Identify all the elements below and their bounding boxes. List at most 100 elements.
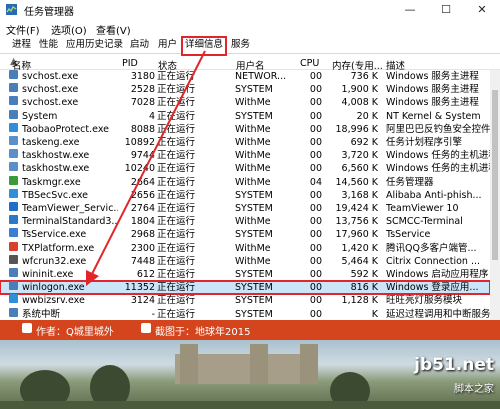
table-row[interactable]: wininit.exe 612 正在运行 SYSTEM 00 592 K Windows 启… bbox=[0, 268, 490, 281]
table-row[interactable]: TeamViewer_Servic... 2764 正在运行 SYSTEM 00 19,4… bbox=[0, 202, 490, 215]
cell-name: TaobaoProtect.exe bbox=[22, 123, 109, 135]
cell-pid: 3180 bbox=[130, 71, 155, 82]
cell-desc: 阿里巴巴反钓鱼安全控件 bbox=[386, 123, 490, 135]
process-icon bbox=[9, 307, 18, 317]
process-icon bbox=[9, 228, 18, 238]
cell-user: SYSTEM bbox=[235, 110, 273, 122]
cell-desc: Citrix Connection ... bbox=[386, 255, 481, 267]
cell-mem: 5,464 K bbox=[341, 255, 378, 267]
table-row[interactable]: TXPlatform.exe 2300 正在运行 WithMe 00 1,420 K 腾讯Q… bbox=[0, 241, 490, 255]
menu-options[interactable]: 选项(O) bbox=[51, 22, 87, 37]
table-row[interactable]: wwbizsrv.exe 3124 正在运行 SYSTEM 00 1,128 K 旺旺亮灯服… bbox=[0, 294, 490, 307]
cell-pid: 11352 bbox=[124, 282, 155, 294]
cell-pid: 10240 bbox=[124, 163, 155, 175]
minimize-button[interactable]: — bbox=[392, 0, 428, 20]
column-header: ▲ 名称 PID 状态 用户名 CPU 内存(专用... 描述 bbox=[0, 55, 500, 72]
cell-desc: 腾讯QQ多客户端管... bbox=[386, 242, 477, 254]
maximize-button[interactable]: ☐ bbox=[428, 0, 464, 20]
cell-desc: Windows 登录应用... bbox=[386, 282, 479, 294]
tab-startup[interactable]: 启动 bbox=[128, 38, 151, 52]
table-row[interactable]: 系统中断 - 正在运行 SYSTEM 00 K 延迟过程调用和中断服务 bbox=[0, 307, 490, 320]
cell-user: WithMe bbox=[235, 216, 271, 228]
cell-status: 正在运行 bbox=[157, 308, 196, 320]
table-row[interactable]: taskhostw.exe 10240 正在运行 WithMe 00 6,560 K Win… bbox=[0, 162, 490, 175]
menu-view[interactable]: 查看(V) bbox=[96, 22, 131, 37]
table-row[interactable]: TerminalStandard3... 1804 正在运行 WithMe 00 13,7… bbox=[0, 215, 490, 228]
tab-processes[interactable]: 进程 bbox=[10, 38, 33, 52]
cell-user: WithMe bbox=[235, 97, 271, 109]
cell-cpu: 00 bbox=[309, 282, 322, 294]
tab-users[interactable]: 用户 bbox=[156, 38, 179, 52]
cell-status: 正在运行 bbox=[157, 203, 196, 214]
cell-mem: 17,960 K bbox=[335, 229, 379, 241]
table-row-selected[interactable]: winlogon.exe 11352 正在运行 SYSTEM 00 816 K Window… bbox=[0, 280, 491, 296]
table-row[interactable]: TaobaoProtect.exe 8088 正在运行 WithMe 00 18,996 … bbox=[0, 122, 490, 136]
cell-pid: 9744 bbox=[130, 150, 155, 162]
cell-cpu: 00 bbox=[309, 189, 322, 201]
cell-cpu: 00 bbox=[309, 163, 322, 175]
cell-cpu: 00 bbox=[309, 269, 322, 280]
table-row[interactable]: TBSecSvc.exe 2656 正在运行 SYSTEM 00 3,168 K Aliba… bbox=[0, 188, 490, 202]
cell-status: 正在运行 bbox=[157, 255, 196, 267]
cell-cpu: 00 bbox=[309, 71, 322, 82]
cell-mem: 816 K bbox=[350, 282, 378, 294]
process-icon bbox=[9, 202, 18, 211]
cell-name: TerminalStandard3... bbox=[22, 216, 118, 228]
cell-desc: NT Kernel & System bbox=[386, 110, 481, 122]
cell-status: 正在运行 bbox=[157, 269, 196, 280]
cell-cpu: 00 bbox=[309, 123, 322, 135]
column-cpu[interactable]: CPU bbox=[300, 58, 319, 69]
cell-mem: 692 K bbox=[350, 137, 378, 148]
menu-file[interactable]: 文件(F) bbox=[6, 22, 40, 37]
cell-name: System bbox=[22, 110, 58, 122]
scrollbar-thumb[interactable] bbox=[492, 90, 498, 260]
table-row[interactable]: TsService.exe 2968 正在运行 SYSTEM 00 17,960 K TsS… bbox=[0, 228, 490, 241]
tab-app-history[interactable]: 应用历史记录 bbox=[64, 38, 125, 52]
process-icon bbox=[9, 136, 18, 145]
tower-shape bbox=[250, 344, 268, 384]
cell-status: 正在运行 bbox=[157, 110, 196, 122]
cell-mem: K bbox=[371, 308, 378, 320]
cell-name: TXPlatform.exe bbox=[22, 242, 95, 254]
tab-services[interactable]: 服务 bbox=[229, 38, 252, 52]
cell-user: SYSTEM bbox=[235, 84, 273, 96]
landscape-photo: jb51.net 脚本之家 bbox=[0, 340, 500, 409]
cell-desc: 任务管理器 bbox=[386, 176, 434, 188]
close-button[interactable]: ✕ bbox=[464, 0, 500, 20]
tab-details[interactable]: 详细信息 bbox=[180, 36, 228, 56]
table-row[interactable]: svchost.exe 3180 正在运行 NETWOR... 00 736 K Windo… bbox=[0, 70, 490, 83]
cell-cpu: 00 bbox=[309, 255, 322, 267]
table-row[interactable]: System 4 正在运行 SYSTEM 00 20 K NT Kernel & Syste… bbox=[0, 109, 490, 123]
table-row[interactable]: Taskmgr.exe 2664 正在运行 WithMe 04 14,560 K 任务管理器 bbox=[0, 175, 490, 189]
cell-cpu: 00 bbox=[309, 84, 322, 96]
cell-desc: TeamViewer 10 bbox=[386, 203, 459, 214]
process-icon bbox=[9, 215, 18, 225]
table-row[interactable]: svchost.exe 7028 正在运行 WithMe 00 4,008 K Window… bbox=[0, 96, 490, 109]
vertical-scrollbar[interactable] bbox=[490, 70, 500, 320]
cell-pid: 4 bbox=[148, 110, 155, 122]
cell-user: WithMe bbox=[235, 163, 271, 175]
table-row[interactable]: svchost.exe 2528 正在运行 SYSTEM 00 1,900 K Window… bbox=[0, 83, 490, 96]
cell-mem: 3,720 K bbox=[341, 150, 378, 162]
table-row[interactable]: taskhostw.exe 9744 正在运行 WithMe 00 3,720 K Wind… bbox=[0, 149, 490, 162]
author-label: 作者：Q城里城外 bbox=[36, 327, 114, 338]
watermark-site: jb51.net bbox=[414, 355, 494, 375]
person-icon bbox=[22, 323, 32, 333]
tab-performance[interactable]: 性能 bbox=[37, 38, 60, 52]
cell-desc: Windows 服务主进程 bbox=[386, 71, 479, 82]
table-row[interactable]: taskeng.exe 10892 正在运行 WithMe 00 692 K 任务计划程序引… bbox=[0, 136, 490, 149]
column-pid[interactable]: PID bbox=[122, 58, 138, 69]
process-icon bbox=[9, 281, 18, 291]
tower-shape bbox=[180, 344, 198, 384]
cell-name: TeamViewer_Servic... bbox=[22, 203, 118, 214]
table-row[interactable]: wfcrun32.exe 7448 正在运行 WithMe 00 5,464 K Citri… bbox=[0, 254, 490, 268]
cell-cpu: 00 bbox=[309, 308, 322, 320]
cell-mem: 20 K bbox=[356, 110, 378, 122]
cell-status: 正在运行 bbox=[157, 189, 196, 201]
cell-pid: 7448 bbox=[130, 255, 155, 267]
tab-strip: 进程 性能 应用历史记录 启动 用户 详细信息 服务 bbox=[0, 36, 500, 56]
process-icon bbox=[9, 294, 18, 304]
author-banner: 作者：Q城里城外 截图于：地球年2015 bbox=[0, 320, 500, 340]
cell-status: 正在运行 bbox=[157, 216, 196, 228]
cell-desc: Windows 服务主进程 bbox=[386, 97, 479, 109]
